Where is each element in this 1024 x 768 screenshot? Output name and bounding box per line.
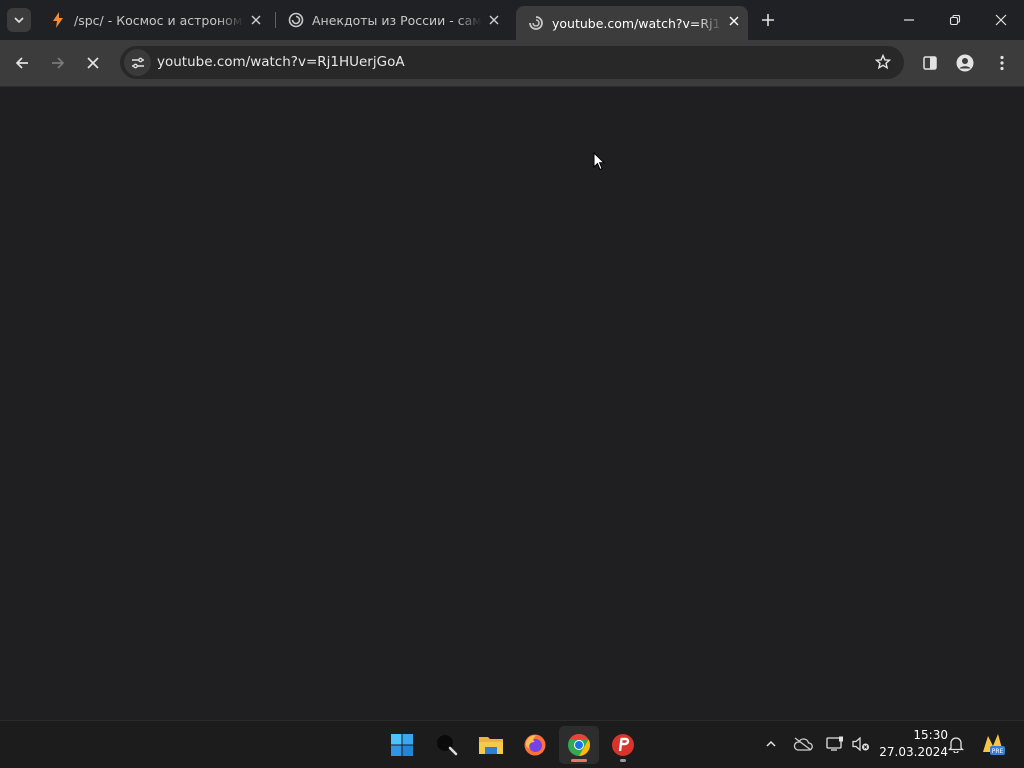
chrome-icon bbox=[568, 734, 590, 756]
back-button[interactable] bbox=[7, 48, 37, 78]
onedrive-button[interactable] bbox=[792, 733, 814, 755]
address-bar[interactable]: youtube.com/watch?v=Rj1HUerjGoA bbox=[120, 46, 904, 79]
chevron-up-icon bbox=[766, 740, 776, 747]
folder-icon bbox=[479, 737, 503, 754]
active-app-indicator bbox=[571, 759, 587, 762]
preview-badge-text: PRE bbox=[992, 748, 1004, 755]
spiral-icon bbox=[288, 12, 304, 28]
lightning-icon bbox=[50, 12, 66, 28]
notifications-button[interactable] bbox=[945, 733, 967, 755]
page-content bbox=[0, 86, 1024, 720]
clock[interactable]: 15:30 27.03.2024 bbox=[878, 727, 948, 761]
restore-button[interactable] bbox=[932, 0, 978, 40]
start-button[interactable] bbox=[382, 726, 422, 764]
restore-icon bbox=[949, 14, 961, 26]
browser-toolbar: youtube.com/watch?v=Rj1HUerjGoA bbox=[0, 40, 1024, 86]
close-tab-icon[interactable] bbox=[486, 12, 502, 28]
minimize-icon bbox=[904, 19, 914, 21]
close-tab-icon[interactable] bbox=[726, 13, 742, 29]
tab-anekdoty[interactable]: Анекдоты из России - самые смешные bbox=[276, 5, 508, 35]
side-panel-button[interactable] bbox=[915, 48, 945, 78]
star-icon bbox=[875, 54, 891, 70]
chevron-down-icon bbox=[14, 17, 24, 24]
profile-button[interactable] bbox=[950, 48, 980, 78]
mouse-cursor-icon bbox=[593, 152, 605, 171]
new-tab-button[interactable] bbox=[756, 8, 780, 32]
preview-badge-icon: PRE bbox=[983, 734, 1005, 755]
loading-spinner-icon bbox=[528, 15, 544, 31]
volume-button[interactable] bbox=[850, 733, 872, 755]
tab-title: /spc/ - Космос и астрономия bbox=[74, 12, 244, 28]
side-panel-icon bbox=[923, 56, 937, 70]
menu-button[interactable] bbox=[987, 48, 1017, 78]
arrow-left-icon bbox=[15, 57, 28, 69]
running-app-indicator bbox=[620, 759, 626, 762]
more-vertical-icon bbox=[1000, 55, 1004, 71]
tab-strip: /spc/ - Космос и астрономия Анекдоты из … bbox=[0, 0, 1024, 40]
forward-button[interactable] bbox=[43, 48, 73, 78]
tab-youtube[interactable]: youtube.com/watch?v=Rj1HUerjGoA bbox=[516, 6, 748, 40]
show-hidden-icons-button[interactable] bbox=[760, 733, 782, 755]
bell-icon bbox=[948, 737, 964, 753]
network-button[interactable] bbox=[824, 733, 846, 755]
clock-date: 27.03.2024 bbox=[879, 745, 948, 759]
tab-title: youtube.com/watch?v=Rj1HUerjGoA bbox=[552, 15, 722, 31]
search-button[interactable] bbox=[427, 726, 467, 764]
tune-icon bbox=[131, 57, 144, 68]
person-icon bbox=[956, 54, 974, 72]
minimize-button[interactable] bbox=[886, 0, 932, 40]
plus-icon bbox=[762, 14, 774, 26]
cloud-offline-icon bbox=[793, 737, 813, 751]
close-tab-icon[interactable] bbox=[248, 12, 264, 28]
site-info-button[interactable] bbox=[124, 49, 151, 76]
file-explorer-button[interactable] bbox=[471, 726, 511, 764]
search-icon bbox=[437, 735, 458, 756]
taskbar: 15:30 27.03.2024 PRE bbox=[0, 720, 1024, 768]
psiphon-icon bbox=[612, 734, 634, 756]
speaker-muted-icon bbox=[852, 736, 869, 752]
arrow-right-icon bbox=[52, 57, 65, 69]
firefox-icon bbox=[524, 734, 546, 756]
network-icon bbox=[826, 736, 843, 751]
tab-title: Анекдоты из России - самые смешные bbox=[312, 12, 482, 28]
clock-time: 15:30 bbox=[913, 728, 948, 742]
tab-spc[interactable]: /spc/ - Космос и астрономия bbox=[38, 5, 270, 35]
psiphon-button[interactable] bbox=[603, 726, 643, 764]
url-text: youtube.com/watch?v=Rj1HUerjGoA bbox=[157, 54, 405, 70]
close-window-button[interactable] bbox=[978, 0, 1024, 40]
stop-loading-button[interactable] bbox=[78, 48, 108, 78]
close-icon bbox=[87, 57, 99, 69]
bookmark-star-button[interactable] bbox=[874, 53, 892, 71]
chrome-button[interactable] bbox=[559, 726, 599, 764]
tab-search-button[interactable] bbox=[7, 8, 31, 32]
windows-icon bbox=[391, 734, 413, 756]
close-icon bbox=[995, 14, 1007, 26]
insider-preview-button[interactable]: PRE bbox=[979, 733, 1007, 755]
firefox-button[interactable] bbox=[515, 726, 555, 764]
